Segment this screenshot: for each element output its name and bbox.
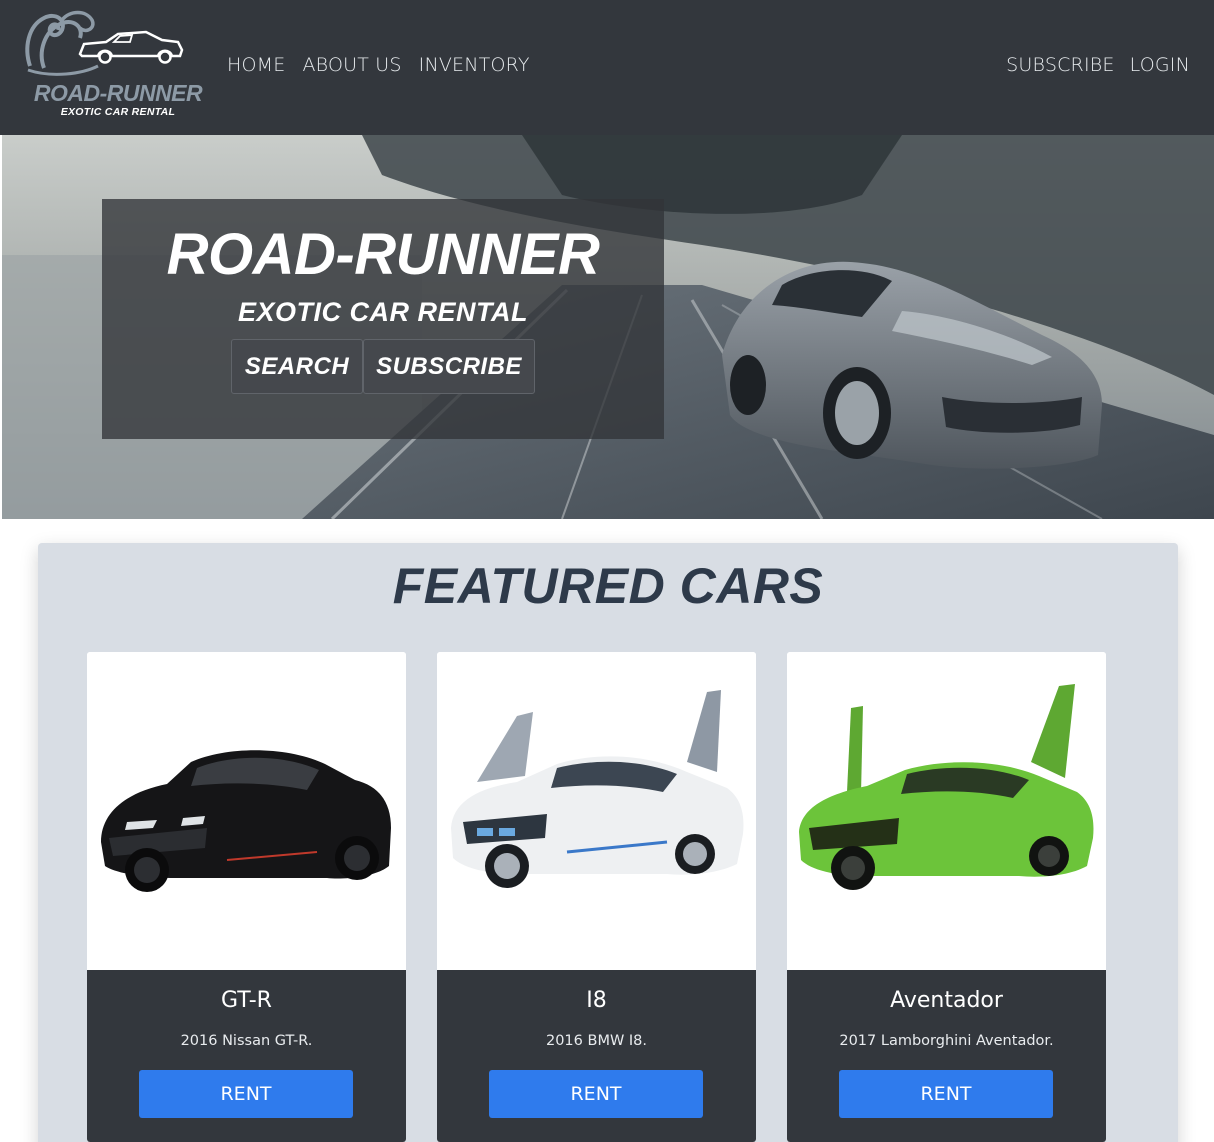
car-card-description: 2016 BMW I8.	[545, 1033, 648, 1049]
featured-heading: FEATURED CARS	[392, 558, 824, 614]
nav-inventory-link[interactable]: INVENTORY	[419, 54, 530, 76]
car-card-aventador: Aventador 2017 Lamborghini Aventador. RE…	[787, 652, 1106, 1142]
car-image-gtr[interactable]	[87, 652, 406, 970]
white-bmw-car-image	[451, 690, 744, 888]
green-lamborghini-car-image	[799, 684, 1094, 890]
nav-subscribe-link[interactable]: SUBSCRIBE	[1006, 54, 1114, 76]
subscribe-button[interactable]: SUBSCRIBE	[363, 339, 535, 394]
car-card-body: I8 2016 BMW I8. RENT	[437, 970, 756, 1142]
car-card-gtr: GT-R 2016 Nissan GT-R. RENT	[87, 652, 406, 1142]
navbar: ROAD-RUNNER EXOTIC CAR RENTAL HOME ABOUT…	[0, 0, 1214, 135]
rent-button[interactable]: RENT	[839, 1070, 1053, 1118]
car-wave-logo-icon	[25, 10, 184, 76]
car-card-description: 2017 Lamborghini Aventador.	[839, 1033, 1054, 1049]
hero-overlay-box: ROAD-RUNNER EXOTIC CAR RENTAL SEARCH SUB…	[102, 199, 664, 439]
black-sports-car-image	[101, 750, 391, 892]
hero-banner: ROAD-RUNNER EXOTIC CAR RENTAL SEARCH SUB…	[2, 135, 1214, 519]
account-nav: SUBSCRIBE LOGIN	[1006, 54, 1190, 76]
hero-buttons: SEARCH SUBSCRIBE	[231, 339, 535, 394]
car-image-aventador[interactable]	[787, 652, 1106, 970]
rent-button[interactable]: RENT	[489, 1070, 703, 1118]
rent-button[interactable]: RENT	[139, 1070, 353, 1118]
hero-title: ROAD-RUNNER	[166, 222, 600, 287]
main-nav: HOME ABOUT US INVENTORY	[227, 54, 530, 76]
car-image-i8[interactable]	[437, 652, 756, 970]
nav-login-link[interactable]: LOGIN	[1130, 54, 1190, 76]
brand-logo[interactable]: ROAD-RUNNER EXOTIC CAR RENTAL	[22, 8, 212, 126]
nav-home-link[interactable]: HOME	[227, 54, 285, 76]
nav-about-link[interactable]: ABOUT US	[302, 54, 401, 76]
featured-cars-section: FEATURED CARS GT-R 2016 Nissan GT-R. REN…	[38, 543, 1178, 1142]
car-card-title: GT-R	[221, 988, 272, 1013]
car-card-body: Aventador 2017 Lamborghini Aventador. RE…	[787, 970, 1106, 1142]
logo-tagline: EXOTIC CAR RENTAL	[60, 106, 176, 118]
car-card-title: I8	[586, 988, 607, 1013]
logo-wordmark: ROAD-RUNNER	[33, 80, 203, 106]
hero-subtitle: EXOTIC CAR RENTAL	[238, 297, 528, 327]
search-button[interactable]: SEARCH	[231, 339, 363, 394]
car-card-title: Aventador	[890, 988, 1003, 1013]
car-card-body: GT-R 2016 Nissan GT-R. RENT	[87, 970, 406, 1142]
car-card-description: 2016 Nissan GT-R.	[180, 1033, 313, 1049]
car-card-i8: I8 2016 BMW I8. RENT	[437, 652, 756, 1142]
